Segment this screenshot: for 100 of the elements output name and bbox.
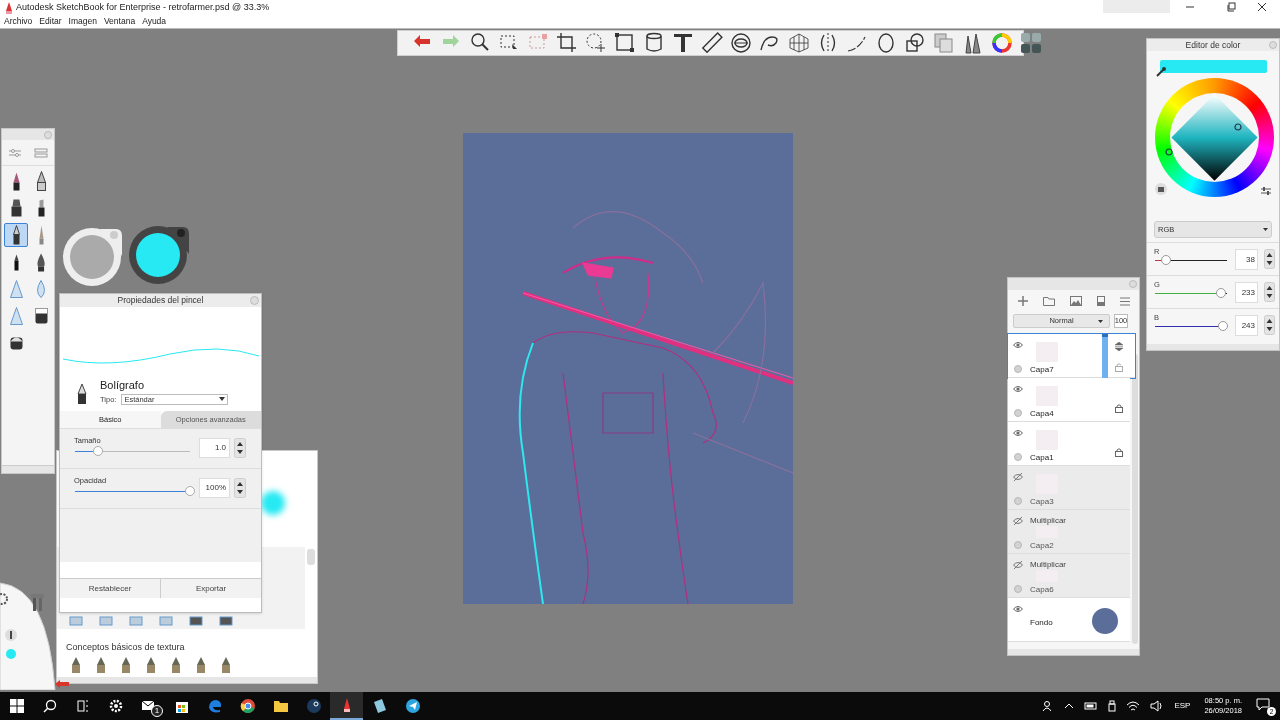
color-wheel-icon[interactable] xyxy=(990,31,1014,55)
stepper-icon[interactable] xyxy=(1264,249,1275,269)
menu-item[interactable]: Editar xyxy=(39,15,62,28)
ellipse-guide-icon[interactable] xyxy=(729,31,753,55)
slider-thumb[interactable] xyxy=(93,446,103,456)
radio-icon[interactable] xyxy=(1014,585,1022,593)
eyedropper-icon[interactable] xyxy=(1156,67,1166,77)
menu-item[interactable]: Archivo xyxy=(4,15,33,28)
undo-icon[interactable] xyxy=(54,679,70,689)
layer-row[interactable]: Multiplicar Capa6 xyxy=(1008,554,1130,598)
stepper-icon[interactable] xyxy=(234,438,246,458)
move-icon[interactable] xyxy=(1115,342,1123,351)
value-field[interactable]: 233 xyxy=(1235,282,1258,303)
brush-icon[interactable] xyxy=(219,616,233,626)
value-field[interactable]: 100% xyxy=(199,478,230,498)
grid-icon[interactable] xyxy=(787,31,811,55)
slider-thumb[interactable] xyxy=(1215,288,1226,298)
color-puck-icon[interactable] xyxy=(62,226,124,288)
layer-row[interactable]: Capa4 xyxy=(1008,378,1130,422)
layer-row[interactable]: Multiplicar Capa2 xyxy=(1008,510,1130,554)
color-indicator-icon[interactable] xyxy=(6,649,16,659)
radio-icon[interactable] xyxy=(1014,409,1022,417)
scrollbar-thumb[interactable] xyxy=(307,549,315,565)
value-field[interactable]: 243 xyxy=(1235,315,1258,336)
square-icon[interactable] xyxy=(613,31,637,55)
brush-icon[interactable] xyxy=(146,656,156,674)
sliders-icon[interactable] xyxy=(1261,186,1271,196)
color-puck-icon[interactable] xyxy=(129,224,191,286)
radio-icon[interactable] xyxy=(1014,497,1022,505)
folder-icon[interactable] xyxy=(1042,296,1055,306)
menu-item[interactable]: Imagen xyxy=(68,15,97,28)
brush-icon[interactable] xyxy=(221,656,231,674)
stepper-icon[interactable] xyxy=(1264,315,1275,335)
stepper-icon[interactable] xyxy=(1264,282,1275,302)
usb-drive-icon[interactable] xyxy=(1108,700,1117,712)
crop-icon[interactable] xyxy=(555,31,579,55)
merge-icon[interactable] xyxy=(1096,296,1105,306)
brush-indicator-icon[interactable] xyxy=(5,629,17,641)
brush-icon[interactable] xyxy=(189,616,203,626)
radio-icon[interactable] xyxy=(1014,541,1022,549)
radio-icon[interactable] xyxy=(1014,365,1022,373)
pen-icon xyxy=(12,225,20,245)
hidden-eye-icon[interactable] xyxy=(1013,517,1023,525)
blend-mode-label: Multiplicar xyxy=(1030,515,1066,527)
layer-row[interactable]: Capa3 xyxy=(1008,466,1130,510)
app-icon xyxy=(4,2,14,14)
brush-icon[interactable] xyxy=(171,656,181,674)
brush-tool[interactable] xyxy=(4,223,28,247)
slider-thumb[interactable] xyxy=(185,486,195,496)
hidden-eye-icon[interactable] xyxy=(1013,561,1023,569)
mail-button[interactable]: 1 xyxy=(132,692,165,720)
brush-icon[interactable] xyxy=(196,656,206,674)
shapes-icon[interactable] xyxy=(903,31,927,55)
value-field[interactable]: 38 xyxy=(1235,249,1258,270)
menu-icon[interactable] xyxy=(1119,296,1130,306)
layer-row[interactable]: Capa1 xyxy=(1008,422,1130,466)
caret-icon xyxy=(1263,228,1268,231)
menu-item[interactable]: Ayuda xyxy=(142,15,167,28)
scrollbar-thumb[interactable] xyxy=(1132,354,1138,644)
panel-button[interactable]: Restablecer xyxy=(60,579,161,598)
lock-icon[interactable] xyxy=(1115,404,1123,413)
sliders-icon[interactable] xyxy=(8,147,22,158)
brush-icon[interactable] xyxy=(71,656,81,674)
wifi-icon[interactable] xyxy=(1126,700,1141,712)
layer-row[interactable]: Capa7 xyxy=(1008,334,1135,378)
caret-up-icon[interactable] xyxy=(1064,701,1075,711)
eye-icon[interactable] xyxy=(1013,605,1023,613)
tiles-icon[interactable] xyxy=(1019,31,1043,55)
paint-can-icon[interactable] xyxy=(1155,183,1167,195)
eye-icon[interactable] xyxy=(1013,341,1023,349)
eye-icon[interactable] xyxy=(1013,385,1023,393)
pen-icon xyxy=(12,171,20,191)
t-shape-icon[interactable] xyxy=(671,31,695,55)
volume-icon[interactable] xyxy=(1150,700,1165,712)
pencil-button[interactable] xyxy=(330,692,363,720)
brush-icon[interactable] xyxy=(96,656,106,674)
maximize-icon[interactable] xyxy=(1227,2,1237,12)
language-indicator[interactable]: ESP xyxy=(1174,700,1191,712)
layer-row[interactable]: Fondo xyxy=(1008,598,1130,642)
close-icon[interactable] xyxy=(1257,2,1267,12)
hidden-eye-icon[interactable] xyxy=(1013,473,1023,481)
stepper-icon[interactable] xyxy=(234,478,246,498)
slider-thumb[interactable] xyxy=(1217,321,1228,331)
battery-icon[interactable] xyxy=(1084,701,1099,711)
radio-icon[interactable] xyxy=(1014,453,1022,461)
slider-thumb[interactable] xyxy=(1160,255,1171,265)
tools-icon[interactable] xyxy=(31,592,45,612)
image-icon[interactable] xyxy=(1069,296,1082,306)
lock-icon[interactable] xyxy=(1115,448,1123,457)
panel-button[interactable]: Exportar xyxy=(161,579,261,598)
ruler-icon[interactable] xyxy=(700,31,724,55)
gear-icon[interactable] xyxy=(0,592,10,606)
plus-icon[interactable] xyxy=(1017,296,1028,306)
value-field[interactable]: 1.0 xyxy=(199,438,230,458)
dashed-circle-icon[interactable] xyxy=(584,31,608,55)
brush-icon[interactable] xyxy=(121,656,131,674)
eye-icon[interactable] xyxy=(1013,429,1023,437)
task-view-icon xyxy=(74,698,91,714)
layer-name: Capa3 xyxy=(1030,496,1054,508)
menu-item[interactable]: Ventana xyxy=(103,15,136,28)
